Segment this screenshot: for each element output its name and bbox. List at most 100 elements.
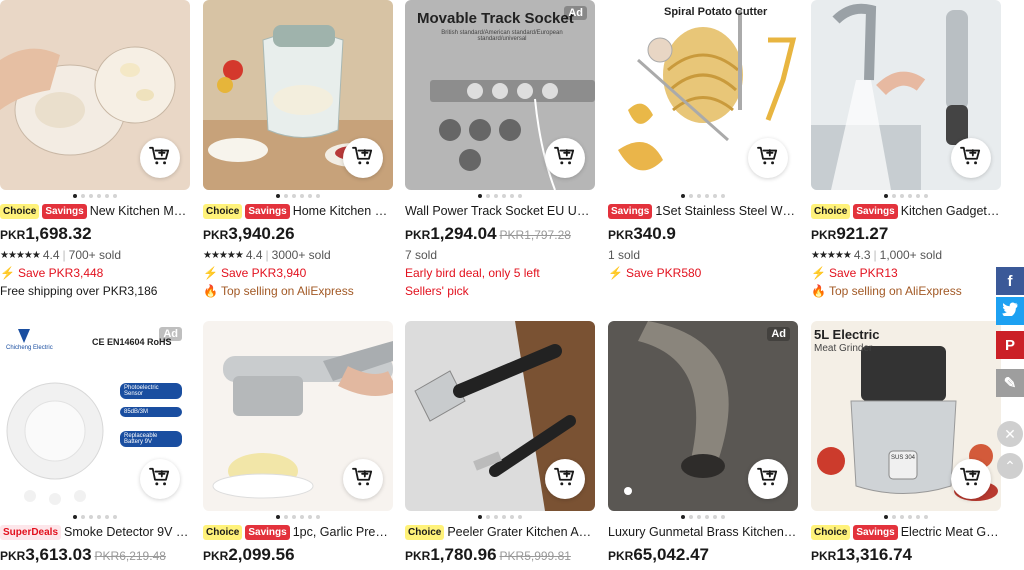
carousel-dot[interactable] bbox=[89, 194, 93, 198]
carousel-dot[interactable] bbox=[900, 194, 904, 198]
carousel-dot[interactable] bbox=[300, 194, 304, 198]
product-card[interactable]: Movable Track Socket British standard/Ame… bbox=[405, 0, 595, 300]
product-image[interactable]: 5L Electric Meat Grinder SUS 304 bbox=[811, 321, 1001, 511]
carousel-dot[interactable] bbox=[721, 194, 725, 198]
product-image[interactable] bbox=[405, 321, 595, 511]
carousel-dot[interactable] bbox=[308, 515, 312, 519]
twitter-share-button[interactable] bbox=[996, 297, 1024, 325]
product-title[interactable]: ChoiceSavingsNew Kitchen Multi-Function … bbox=[0, 202, 190, 220]
add-to-cart-button[interactable] bbox=[951, 138, 991, 178]
product-card[interactable]: Spiral Potato Cutter Savings 1Set Stainles… bbox=[608, 0, 798, 282]
product-title-text[interactable]: Smoke Detector 9V Replaceable Battery bbox=[64, 525, 190, 539]
image-carousel-dots[interactable] bbox=[811, 194, 1001, 198]
add-to-cart-button[interactable] bbox=[343, 138, 383, 178]
carousel-dot[interactable] bbox=[924, 515, 928, 519]
carousel-dot[interactable] bbox=[276, 515, 280, 519]
carousel-dot[interactable] bbox=[494, 515, 498, 519]
carousel-dot[interactable] bbox=[478, 194, 482, 198]
carousel-dot[interactable] bbox=[510, 515, 514, 519]
carousel-dot[interactable] bbox=[308, 194, 312, 198]
image-carousel-dots[interactable] bbox=[608, 194, 798, 198]
add-to-cart-button[interactable] bbox=[140, 138, 180, 178]
carousel-dot[interactable] bbox=[284, 194, 288, 198]
product-image[interactable]: Chicheng Electric CE EN14604 RoHS Photoele… bbox=[0, 321, 190, 511]
product-card[interactable]: ChoiceSavingsNew Kitchen Multi-Function … bbox=[0, 0, 190, 300]
product-image[interactable]: Ad bbox=[608, 321, 798, 511]
carousel-dot[interactable] bbox=[105, 194, 109, 198]
carousel-dot[interactable] bbox=[689, 194, 693, 198]
image-carousel-dots[interactable] bbox=[405, 194, 595, 198]
carousel-dot[interactable] bbox=[97, 194, 101, 198]
carousel-dot[interactable] bbox=[502, 515, 506, 519]
product-card[interactable]: Ad Luxury Gunmetal Brass Kitchen Faucet PK… bbox=[608, 321, 798, 567]
carousel-dot[interactable] bbox=[276, 194, 280, 198]
product-title-text[interactable]: Electric Meat Grinder 5L bbox=[901, 525, 1001, 539]
product-card[interactable]: ChoiceSavingsKitchen Gadgets Faucet Exte… bbox=[811, 0, 1001, 300]
add-to-cart-button[interactable] bbox=[545, 138, 585, 178]
product-image[interactable] bbox=[811, 0, 1001, 190]
carousel-dot[interactable] bbox=[705, 194, 709, 198]
product-card[interactable]: ChoiceSavingsHome Kitchen Manual Food Ch… bbox=[203, 0, 393, 300]
carousel-dot[interactable] bbox=[478, 515, 482, 519]
close-button[interactable]: ✕ bbox=[997, 421, 1023, 447]
add-to-cart-button[interactable] bbox=[951, 459, 991, 499]
carousel-dot[interactable] bbox=[681, 515, 685, 519]
product-title[interactable]: SuperDealsSmoke Detector 9V Replaceable … bbox=[0, 523, 190, 541]
image-carousel-dots[interactable] bbox=[203, 515, 393, 519]
product-image[interactable] bbox=[203, 0, 393, 190]
product-title-text[interactable]: Kitchen Gadgets Faucet Extender bbox=[901, 204, 1001, 218]
product-image[interactable]: Movable Track Socket British standard/Ame… bbox=[405, 0, 595, 190]
carousel-dot[interactable] bbox=[697, 515, 701, 519]
product-title-text[interactable]: Home Kitchen Manual Food Chopper bbox=[293, 204, 393, 218]
carousel-dot[interactable] bbox=[892, 194, 896, 198]
image-carousel-dots[interactable] bbox=[811, 515, 1001, 519]
product-title-text[interactable]: 1Set Stainless Steel Whirlwind Potato Cu… bbox=[655, 204, 798, 218]
product-image[interactable] bbox=[203, 321, 393, 511]
carousel-dot[interactable] bbox=[81, 515, 85, 519]
product-title[interactable]: Luxury Gunmetal Brass Kitchen Faucet bbox=[608, 523, 798, 541]
image-carousel-dots[interactable] bbox=[0, 194, 190, 198]
product-title[interactable]: Wall Power Track Socket EU UK US Standar… bbox=[405, 202, 595, 220]
add-to-cart-button[interactable] bbox=[545, 459, 585, 499]
carousel-dot[interactable] bbox=[97, 515, 101, 519]
add-to-cart-button[interactable] bbox=[343, 459, 383, 499]
product-title-text[interactable]: Peeler Grater Kitchen Accessories bbox=[447, 525, 595, 539]
add-to-cart-button[interactable] bbox=[140, 459, 180, 499]
product-title-text[interactable]: New Kitchen Multi-Function Garlic Press bbox=[90, 204, 190, 218]
carousel-dot[interactable] bbox=[105, 515, 109, 519]
back-to-top-button[interactable]: ⌃ bbox=[997, 453, 1023, 479]
carousel-dot[interactable] bbox=[510, 194, 514, 198]
carousel-dot[interactable] bbox=[884, 515, 888, 519]
add-to-cart-button[interactable] bbox=[748, 138, 788, 178]
carousel-dot[interactable] bbox=[916, 515, 920, 519]
carousel-dot[interactable] bbox=[908, 515, 912, 519]
carousel-dot[interactable] bbox=[681, 194, 685, 198]
carousel-dot[interactable] bbox=[924, 194, 928, 198]
carousel-dot[interactable] bbox=[292, 515, 296, 519]
product-card[interactable]: ChoiceSavings1pc, Garlic Press Stainless… bbox=[203, 321, 393, 567]
product-title-text[interactable]: Wall Power Track Socket EU UK US Standar… bbox=[405, 204, 595, 218]
edit-button[interactable]: ✎ bbox=[996, 369, 1024, 397]
carousel-dot[interactable] bbox=[284, 515, 288, 519]
product-image[interactable] bbox=[0, 0, 190, 190]
image-carousel-dots[interactable] bbox=[608, 515, 798, 519]
carousel-dot[interactable] bbox=[908, 194, 912, 198]
carousel-dot[interactable] bbox=[900, 515, 904, 519]
carousel-dot[interactable] bbox=[916, 194, 920, 198]
carousel-dot[interactable] bbox=[697, 194, 701, 198]
carousel-dot[interactable] bbox=[502, 194, 506, 198]
carousel-dot[interactable] bbox=[518, 515, 522, 519]
product-image[interactable]: Spiral Potato Cutter bbox=[608, 0, 798, 190]
product-card[interactable]: 5L Electric Meat Grinder SUS 304 Choice Savi… bbox=[811, 321, 1001, 567]
product-title[interactable]: ChoiceSavings1pc, Garlic Press Stainless… bbox=[203, 523, 393, 541]
carousel-dot[interactable] bbox=[705, 515, 709, 519]
product-card[interactable]: Chicheng Electric CE EN14604 RoHS Photoele… bbox=[0, 321, 190, 567]
product-title-text[interactable]: 1pc, Garlic Press Stainless Steel bbox=[293, 525, 393, 539]
carousel-dot[interactable] bbox=[113, 515, 117, 519]
image-carousel-dots[interactable] bbox=[203, 194, 393, 198]
image-carousel-dots[interactable] bbox=[405, 515, 595, 519]
carousel-dot[interactable] bbox=[518, 194, 522, 198]
product-title[interactable]: Savings1Set Stainless Steel Whirlwind Po… bbox=[608, 202, 798, 220]
carousel-dot[interactable] bbox=[713, 515, 717, 519]
product-title[interactable]: ChoiceSavingsKitchen Gadgets Faucet Exte… bbox=[811, 202, 1001, 220]
